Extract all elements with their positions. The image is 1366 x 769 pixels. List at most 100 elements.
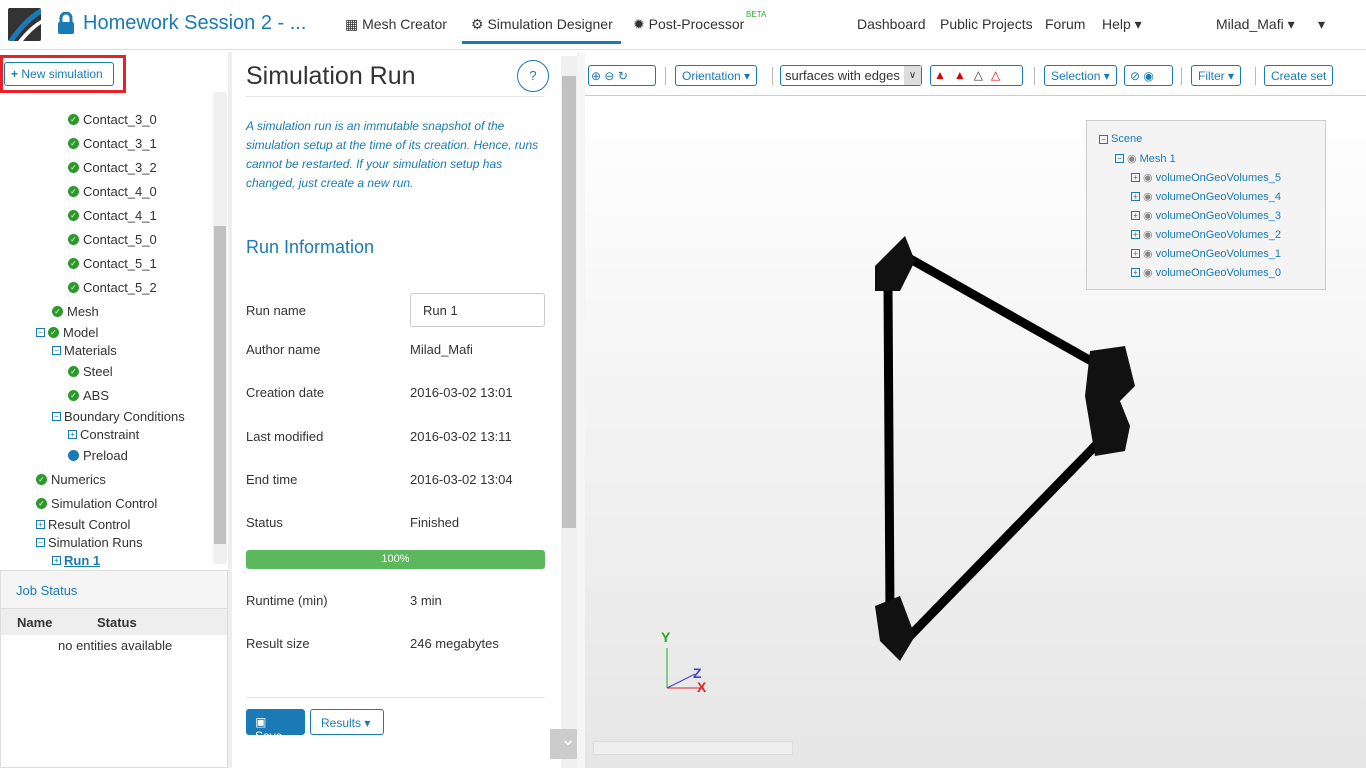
caret-down-icon[interactable]: ▾ — [1318, 16, 1325, 33]
app-logo[interactable] — [8, 8, 41, 41]
tree-item[interactable]: ✓ Contact_3_0 — [68, 112, 157, 127]
save-button[interactable]: ▣ Save — [246, 709, 305, 743]
tree-item[interactable]: ✓ Contact_5_1 — [68, 256, 157, 271]
viewport-canvas[interactable]: − Scene − ◉ Mesh 1 + ◉ volumeOnGeoVolumes_5 + ◉… — [585, 95, 1366, 768]
tree-item[interactable]: ✓ Steel — [68, 364, 113, 379]
points-icon[interactable]: △ — [991, 68, 1008, 82]
expand-icon[interactable]: + — [1131, 249, 1140, 258]
job-table-header: Name Status — [1, 609, 227, 635]
zoom-in-icon[interactable]: ⊕ — [591, 69, 601, 83]
eye-icon[interactable]: ◉ — [1143, 228, 1153, 241]
run-name-input[interactable]: Run 1 — [410, 293, 545, 327]
eye-icon[interactable]: ◉ — [1143, 266, 1153, 279]
nav-public-projects[interactable]: Public Projects — [940, 16, 1033, 32]
solid-icon[interactable]: ▲ — [934, 68, 954, 82]
expand-icon[interactable]: + — [1131, 268, 1140, 277]
tree-item[interactable]: + Run 1 — [52, 553, 100, 568]
3d-viewer: ⊕ ⊖ ↻ Orientation ▾ surfaces with edges ∨… — [585, 52, 1366, 768]
selection-dropdown[interactable]: Selection ▾ — [1044, 65, 1117, 86]
scene-volume-item[interactable]: + ◉ volumeOnGeoVolumes_4 — [1131, 190, 1281, 203]
tree-item[interactable]: Preload — [68, 448, 128, 463]
expand-icon[interactable]: + — [1131, 173, 1140, 182]
orientation-dropdown[interactable]: Orientation ▾ — [675, 65, 758, 86]
check-icon: ✓ — [68, 138, 79, 149]
tab-mesh-creator[interactable]: ▦ Mesh Creator — [345, 16, 447, 33]
tree-item[interactable]: ✓ Contact_3_2 — [68, 160, 157, 175]
eye-icon[interactable]: ◉ — [1143, 190, 1153, 203]
collapse-icon[interactable]: − — [1115, 154, 1124, 163]
eye-icon[interactable]: ◉ — [1143, 171, 1153, 184]
tree-item[interactable]: − Simulation Runs — [36, 535, 143, 550]
scene-volume-item[interactable]: + ◉ volumeOnGeoVolumes_3 — [1131, 209, 1281, 222]
filter-dropdown[interactable]: Filter ▾ — [1191, 65, 1242, 86]
tree-item[interactable]: − Boundary Conditions — [52, 409, 185, 424]
field-label: Author name — [246, 342, 321, 357]
tree-item[interactable]: − ✓ Model — [36, 325, 98, 340]
field-label: End time — [246, 472, 298, 487]
collapse-icon[interactable]: − — [36, 538, 45, 547]
tree-item[interactable]: ✓ Mesh — [52, 304, 99, 319]
tree-item[interactable]: ✓ Simulation Control — [36, 496, 157, 511]
tree-item-label: Simulation Control — [51, 496, 158, 511]
results-dropdown[interactable]: Results ▾ — [310, 709, 384, 735]
tree-item-label: Contact_3_2 — [83, 160, 157, 175]
render-mode-select[interactable]: surfaces with edges ∨ — [780, 65, 922, 86]
display-style-buttons[interactable]: ▲▲△△ — [930, 65, 1023, 86]
expand-icon[interactable]: + — [1131, 192, 1140, 201]
solid-edges-icon[interactable]: ▲ — [954, 68, 974, 82]
eye-icon[interactable]: ◉ — [1143, 69, 1153, 83]
expand-icon[interactable]: + — [36, 520, 45, 529]
scene-volume-item[interactable]: + ◉ volumeOnGeoVolumes_1 — [1131, 247, 1281, 260]
new-simulation-button[interactable]: + New simulation — [4, 62, 114, 86]
collapse-icon[interactable]: − — [52, 412, 61, 421]
hide-icon[interactable]: ⊘ — [1130, 69, 1140, 83]
collapse-icon[interactable]: − — [52, 346, 61, 355]
nav-help[interactable]: Help ▾ — [1102, 16, 1142, 33]
tree-item[interactable]: − Materials — [52, 343, 117, 358]
eye-icon[interactable]: ◉ — [1143, 209, 1153, 222]
eye-icon[interactable]: ◉ — [1127, 152, 1137, 165]
tree-item[interactable]: ✓ ABS — [68, 388, 109, 403]
scene-volume-item[interactable]: + ◉ volumeOnGeoVolumes_5 — [1131, 171, 1281, 184]
sidebar-scrollbar[interactable] — [213, 92, 227, 564]
create-set-button[interactable]: Create set — [1264, 65, 1334, 86]
scene-volume-item[interactable]: + ◉ volumeOnGeoVolumes_2 — [1131, 228, 1281, 241]
tree-item[interactable]: ✓ Numerics — [36, 472, 106, 487]
zoom-out-icon[interactable]: ⊖ — [604, 69, 614, 83]
tree-item[interactable]: ✓ Contact_3_1 — [68, 136, 157, 151]
tree-item[interactable]: + Result Control — [36, 517, 130, 532]
expand-icon[interactable]: + — [1131, 211, 1140, 220]
simulation-run-panel: Simulation Run ? A simulation run is an … — [232, 52, 560, 768]
user-menu[interactable]: Milad_Mafi ▾ — [1216, 16, 1295, 33]
refresh-icon[interactable]: ↻ — [618, 69, 628, 83]
wireframe-icon[interactable]: △ — [974, 68, 991, 82]
eye-icon[interactable]: ◉ — [1143, 247, 1153, 260]
scene-volume-item[interactable]: + ◉ volumeOnGeoVolumes_0 — [1131, 266, 1281, 279]
nav-dashboard[interactable]: Dashboard — [857, 16, 926, 32]
middle-scrollbar[interactable] — [561, 56, 577, 768]
runtime-value: 3 min — [410, 593, 442, 608]
project-title[interactable]: Homework Session 2 - ... — [83, 12, 306, 35]
tree-item[interactable]: ✓ Contact_5_0 — [68, 232, 157, 247]
expand-icon[interactable]: + — [1131, 230, 1140, 239]
tree-item-label: Contact_5_1 — [83, 256, 157, 271]
tree-item-label: ABS — [83, 388, 110, 403]
tab-simulation-designer[interactable]: ⚙ Simulation Designer — [462, 16, 621, 44]
expand-icon[interactable]: + — [68, 430, 77, 439]
tree-item[interactable]: ✓ Contact_5_2 — [68, 280, 157, 295]
tab-post-processor[interactable]: ✹ Post-Processor BETA — [633, 10, 766, 33]
tree-item[interactable]: ✓ Contact_4_1 — [68, 208, 157, 223]
help-button[interactable]: ? — [517, 60, 549, 92]
tree-item[interactable]: ✓ Contact_4_0 — [68, 184, 157, 199]
expand-icon[interactable]: + — [52, 556, 61, 565]
tree-item-label: Numerics — [51, 472, 106, 487]
viewport-scrollbar[interactable] — [593, 741, 793, 755]
field-label: Last modified — [246, 429, 324, 444]
nav-forum[interactable]: Forum — [1045, 16, 1085, 32]
check-icon: ✓ — [68, 210, 79, 221]
tree-item[interactable]: + Constraint — [68, 427, 139, 442]
collapse-icon[interactable]: − — [36, 328, 45, 337]
collapse-icon[interactable]: − — [1099, 134, 1108, 144]
check-icon: ✓ — [68, 282, 79, 293]
right-splitter[interactable] — [577, 52, 585, 768]
